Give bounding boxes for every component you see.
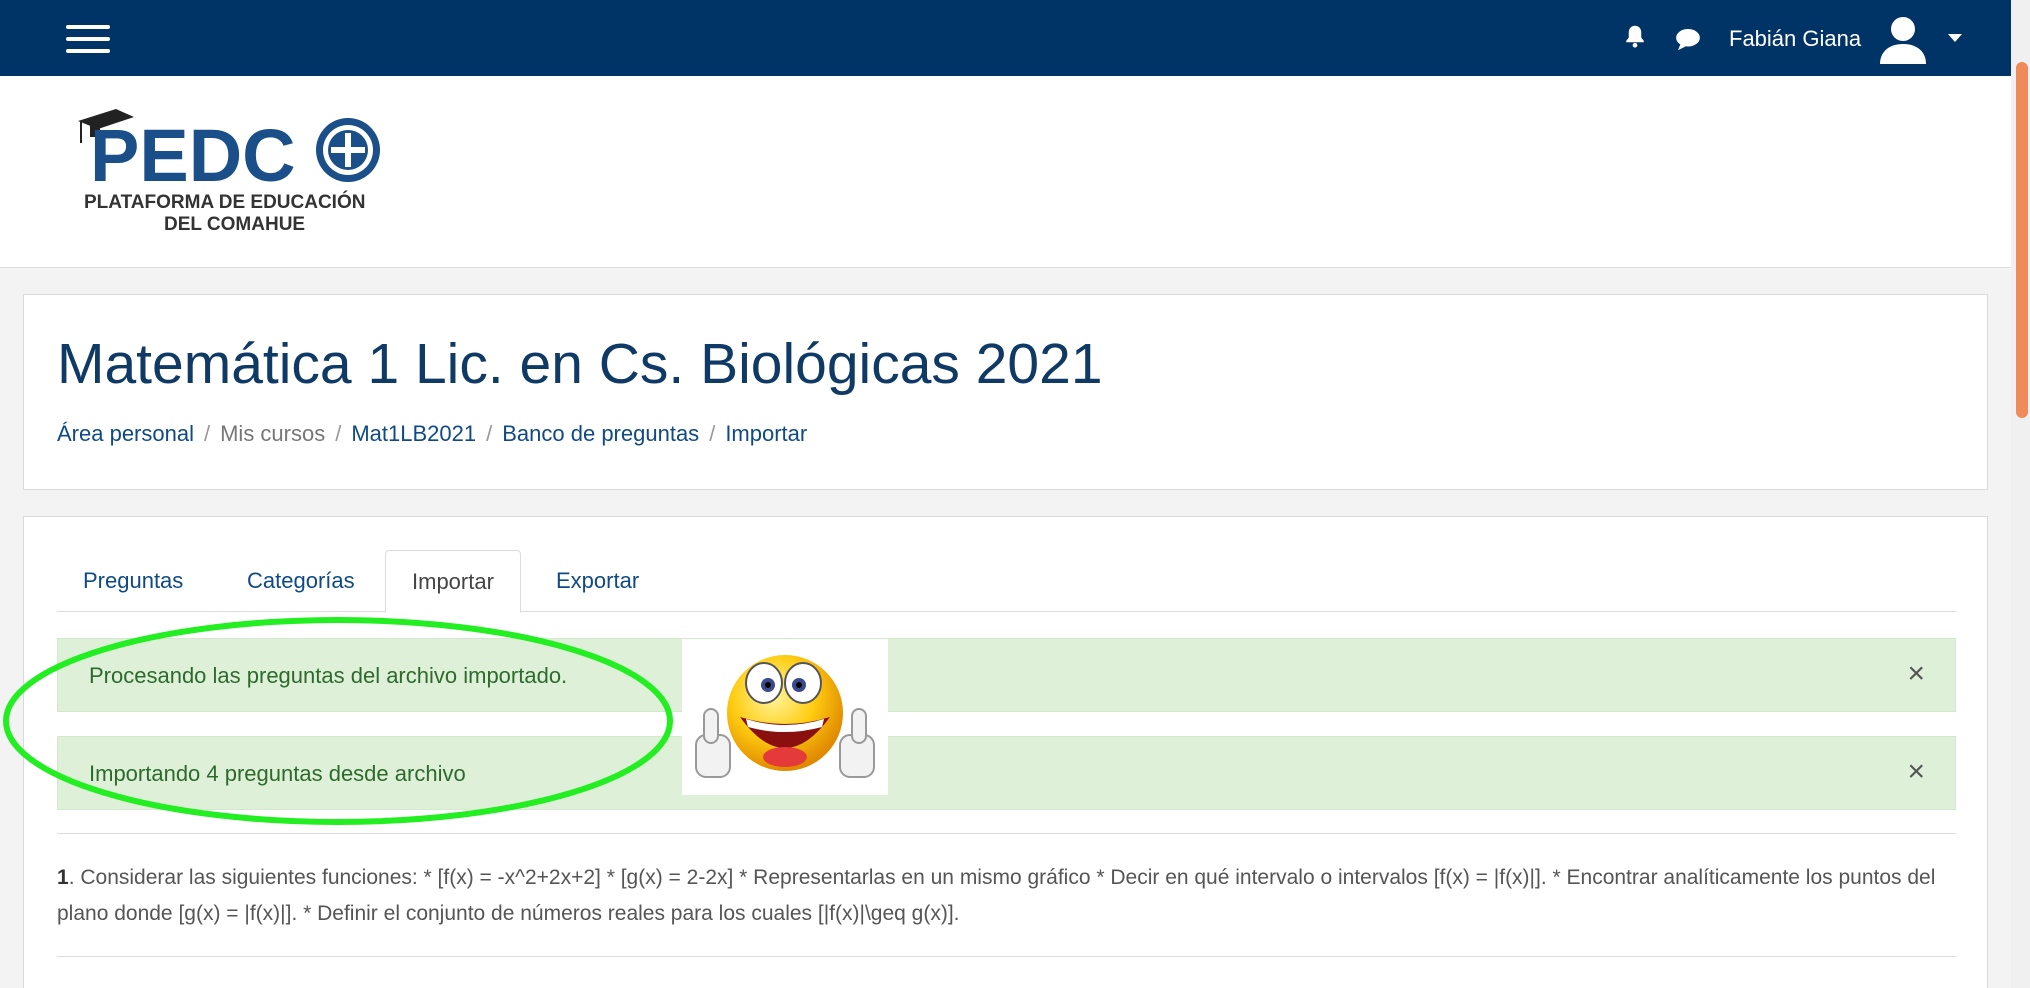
bell-icon[interactable] — [1620, 22, 1650, 52]
pedco-logo[interactable]: PEDC PLATAFORMA DE EDUCACIÓN DEL COMAHUE — [76, 103, 396, 238]
logo-text-line1: PLATAFORMA DE EDUCACIÓN — [84, 191, 365, 213]
caret-down-icon[interactable] — [1948, 34, 1962, 42]
breadcrumb-item-question-bank[interactable]: Banco de preguntas — [502, 421, 699, 446]
tab-categories[interactable]: Categorías — [221, 550, 381, 612]
alert-message: Procesando las preguntas del archivo imp… — [89, 663, 568, 688]
page-title: Matemática 1 Lic. en Cs. Biológicas 2021 — [57, 332, 1103, 396]
main-content-card: Preguntas Categorías Importar Exportar P… — [23, 516, 1988, 988]
alert-success: Procesando las preguntas del archivo imp… — [57, 638, 1956, 712]
divider — [57, 833, 1956, 834]
tab-export[interactable]: Exportar — [530, 550, 665, 612]
breadcrumb-separator: / — [335, 421, 342, 446]
thumbs-up-smiley-icon — [682, 639, 888, 795]
breadcrumb-separator: / — [203, 421, 211, 446]
top-navbar: Fabián Giana — [0, 0, 2011, 76]
breadcrumb: Área personal / Mis cursos / Mat1LB2021 / Banc… — [57, 421, 807, 447]
breadcrumb-item-import[interactable]: Importar — [725, 421, 807, 446]
tab-import[interactable]: Importar — [385, 550, 521, 613]
user-avatar-icon[interactable] — [1876, 12, 1930, 66]
logo-text-line2: DEL COMAHUE — [164, 214, 305, 235]
alert-success: Importando 4 preguntas desde archivo × — [57, 736, 1956, 810]
breadcrumb-item-mis-cursos: Mis cursos — [220, 421, 326, 446]
close-icon[interactable]: × — [1907, 757, 1925, 787]
chat-bubble-icon[interactable] — [1673, 24, 1703, 54]
user-name[interactable]: Fabián Giana — [1729, 26, 1861, 52]
question-number: 1 — [57, 866, 69, 889]
close-icon[interactable]: × — [1907, 659, 1925, 689]
hamburger-icon[interactable] — [66, 25, 110, 57]
divider — [57, 956, 1956, 957]
question-item: 1. Considerar las siguientes funciones: … — [57, 860, 1947, 932]
svg-text:PEDC: PEDC — [90, 114, 296, 197]
scrollbar-thumb[interactable] — [2016, 62, 2028, 418]
breadcrumb-separator: / — [486, 421, 493, 446]
breadcrumb-separator: / — [709, 421, 716, 446]
tab-bar: Preguntas Categorías Importar Exportar — [57, 550, 1956, 613]
breadcrumb-item-course[interactable]: Mat1LB2021 — [351, 421, 476, 446]
page-header-card: Matemática 1 Lic. en Cs. Biológicas 2021… — [23, 294, 1988, 490]
alert-message: Importando 4 preguntas desde archivo — [89, 761, 466, 786]
tab-questions[interactable]: Preguntas — [57, 550, 209, 612]
question-text: . Considerar las siguientes funciones: *… — [57, 866, 1936, 925]
breadcrumb-item-area-personal[interactable]: Área personal — [57, 421, 194, 446]
